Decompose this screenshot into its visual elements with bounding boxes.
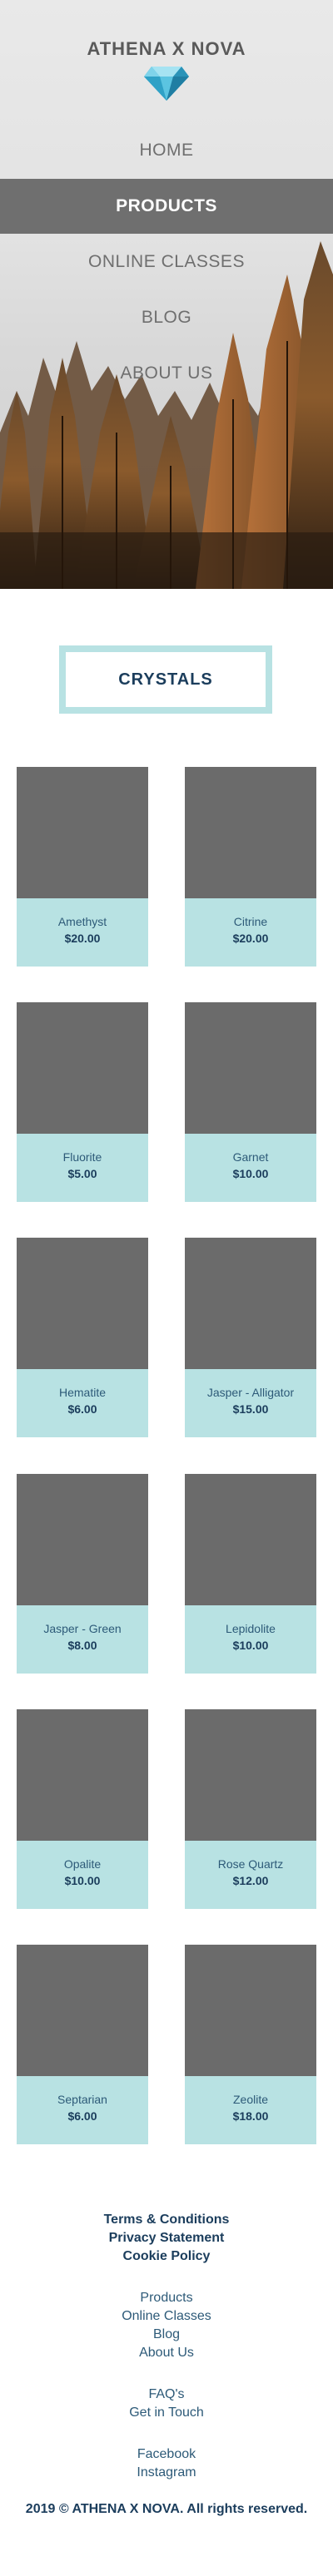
footer-link-about-us[interactable]: About Us [0,2346,333,2361]
product-price: $5.00 [67,1167,97,1180]
product-name: Septarian [57,2093,107,2106]
product-image [17,767,148,898]
product-name: Amethyst [57,915,107,928]
footer-link-online-classes[interactable]: Online Classes [0,2309,333,2324]
product-card-citrine[interactable]: Citrine $20.00 [185,767,316,967]
nav-about-us[interactable]: ABOUT US [0,346,333,401]
product-card-jasper-green[interactable]: Jasper - Green $8.00 [17,1474,148,1674]
brand-name: ATHENA X NOVA [87,38,246,59]
product-image [185,767,316,898]
footer-link-products[interactable]: Products [0,2291,333,2306]
product-card-rose-quartz[interactable]: Rose Quartz $12.00 [185,1709,316,1909]
product-info: Garnet $10.00 [185,1134,316,1202]
footer-link-get-in-touch[interactable]: Get in Touch [0,2405,333,2420]
footer-link-cookie[interactable]: Cookie Policy [0,2249,333,2264]
product-name: Garnet [232,1150,269,1164]
footer-link-privacy[interactable]: Privacy Statement [0,2231,333,2246]
footer-link-faqs[interactable]: FAQ's [0,2387,333,2402]
product-card-lepidolite[interactable]: Lepidolite $10.00 [185,1474,316,1674]
product-card-amethyst[interactable]: Amethyst $20.00 [17,767,148,967]
product-image [17,1002,148,1134]
product-price: $18.00 [232,2109,269,2123]
product-name: Hematite [58,1386,107,1399]
product-card-septarian[interactable]: Septarian $6.00 [17,1945,148,2144]
product-price: $6.00 [67,1402,97,1416]
product-card-zeolite[interactable]: Zeolite $18.00 [185,1945,316,2144]
product-name: Citrine [233,915,268,928]
product-info: Jasper - Green $8.00 [17,1605,148,1674]
product-price: $10.00 [232,1167,269,1180]
product-name: Fluorite [62,1150,102,1164]
product-image [185,1709,316,1841]
product-image [17,1709,148,1841]
nav-products[interactable]: PRODUCTS [0,179,333,234]
product-image [17,1945,148,2076]
product-info: Lepidolite $10.00 [185,1605,316,1674]
product-price: $6.00 [67,2109,97,2123]
footer-link-blog[interactable]: Blog [0,2327,333,2342]
hero-banner: ATHENA X NOVA HOME PRODUCTS ONLINE CLASS… [0,0,333,589]
category-title: CRYSTALS [59,645,272,714]
nav-online-classes[interactable]: ONLINE CLASSES [0,235,333,289]
product-price: $20.00 [64,932,101,945]
nav-home[interactable]: HOME [0,123,333,178]
product-price: $20.00 [232,932,269,945]
nav-blog[interactable]: BLOG [0,290,333,345]
product-card-garnet[interactable]: Garnet $10.00 [185,1002,316,1202]
product-name: Zeolite [232,2093,269,2106]
product-image [17,1238,148,1369]
product-info: Opalite $10.00 [17,1841,148,1909]
footer-link-terms[interactable]: Terms & Conditions [0,2213,333,2227]
copyright-text: 2019 © ATHENA X NOVA. All rights reserve… [25,2502,308,2516]
product-price: $10.00 [232,1639,269,1652]
product-image [185,1945,316,2076]
product-name: Lepidolite [226,1622,276,1635]
product-name: Jasper - Green [43,1622,122,1635]
product-image [185,1002,316,1134]
product-name: Opalite [63,1857,102,1871]
product-price: $15.00 [232,1402,269,1416]
footer-link-facebook[interactable]: Facebook [0,2447,333,2462]
product-name: Rose Quartz [217,1857,284,1871]
product-card-hematite[interactable]: Hematite $6.00 [17,1238,148,1437]
footer-link-instagram[interactable]: Instagram [0,2465,333,2480]
product-info: Septarian $6.00 [17,2076,148,2144]
product-info: Fluorite $5.00 [17,1134,148,1202]
product-image [185,1238,316,1369]
product-info: Jasper - Alligator $15.00 [185,1369,316,1437]
product-card-opalite[interactable]: Opalite $10.00 [17,1709,148,1909]
product-card-fluorite[interactable]: Fluorite $5.00 [17,1002,148,1202]
product-image [17,1474,148,1605]
product-info: Hematite $6.00 [17,1369,148,1437]
product-info: Amethyst $20.00 [17,898,148,967]
diamond-icon [144,67,189,101]
product-name: Jasper - Alligator [206,1386,295,1399]
product-price: $8.00 [67,1639,97,1652]
product-info: Rose Quartz $12.00 [185,1841,316,1909]
product-price: $10.00 [64,1874,101,1887]
product-info: Citrine $20.00 [185,898,316,967]
product-price: $12.00 [232,1874,269,1887]
product-info: Zeolite $18.00 [185,2076,316,2144]
product-card-jasper-alligator[interactable]: Jasper - Alligator $15.00 [185,1238,316,1437]
product-image [185,1474,316,1605]
